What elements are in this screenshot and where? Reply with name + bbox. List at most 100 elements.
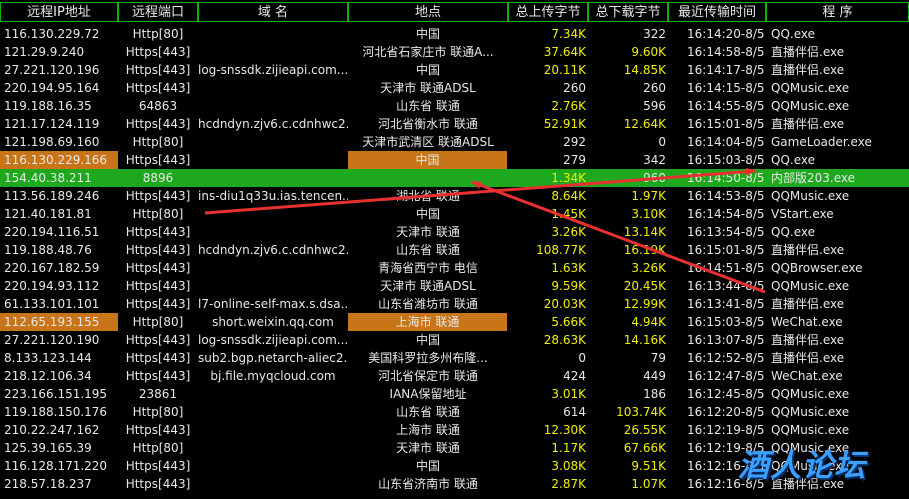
upload-bytes-cell: 3.01K <box>551 387 586 401</box>
location-cell: 中国 <box>415 333 440 347</box>
header-location[interactable]: 地点 <box>348 2 508 22</box>
remote-ip-cell: 113.56.189.246 <box>4 189 100 203</box>
remote-ip-cell: 220.194.93.112 <box>4 279 100 293</box>
table-row[interactable]: 113.56.189.246 Https[443] ins-diu1q33u.ias… <box>0 187 909 205</box>
upload-bytes-cell: 292 <box>563 135 586 149</box>
last-transfer-time-cell: 16:13:54-8/5 <box>687 225 765 239</box>
domain-cell: bj.file.myqcloud.com <box>210 369 336 383</box>
last-transfer-time-cell: 16:15:01-8/5 <box>687 117 765 131</box>
program-cell: QQMusic.exe <box>771 81 850 95</box>
download-bytes-cell: 12.99K <box>623 297 666 311</box>
download-bytes-cell: 4.94K <box>631 315 666 329</box>
header-domain[interactable]: 域 名 <box>198 2 348 22</box>
domain-cell: log-snssdk.zijieapi.com.... <box>198 63 348 77</box>
domain-cell: short.weixin.qq.com <box>212 315 334 329</box>
header-total-upload[interactable]: 总上传字节 <box>508 2 588 22</box>
location-cell: 天津市 联通ADSL <box>380 81 476 95</box>
table-row[interactable]: 116.130.229.72 Http[80] 中国 7.34K 322 16:14:20… <box>0 25 909 43</box>
download-bytes-cell: 67.66K <box>623 441 666 455</box>
table-row[interactable]: 121.198.69.160 Http[80] 天津市武清区 联通ADSL 292 0 1… <box>0 133 909 151</box>
domain-cell: l7-online-self-max.s.dsa... <box>198 297 348 311</box>
header-total-download[interactable]: 总下载字节 <box>588 2 668 22</box>
remote-port-cell: Http[80] <box>132 405 184 419</box>
last-transfer-time-cell: 16:15:01-8/5 <box>687 243 765 257</box>
table-row[interactable]: 8.133.123.144 Https[443] sub2.bgp.netarch-… <box>0 349 909 367</box>
table-row[interactable]: 220.194.116.51 Https[443] 天津市 联通 3.26K 13.14… <box>0 223 909 241</box>
domain-cell <box>198 97 348 115</box>
remote-ip-cell: 223.166.151.195 <box>4 387 108 401</box>
download-bytes-cell: 322 <box>643 27 666 41</box>
remote-port-cell: Https[443] <box>125 279 191 293</box>
download-bytes-cell: 342 <box>643 153 666 167</box>
location-cell: 河北省保定市 联通 <box>378 369 478 383</box>
table-row[interactable]: 121.29.9.240 Https[443] 河北省石家庄市 联通A... 37.6… <box>0 43 909 61</box>
download-bytes-cell: 26.55K <box>623 423 666 437</box>
table-row[interactable]: 116.130.229.166 Https[443] 中国 279 342 16:15:0… <box>0 151 909 169</box>
download-bytes-cell: 13.14K <box>623 225 666 239</box>
location-cell: 中国 <box>348 151 507 169</box>
program-cell: QQMusic.exe <box>771 423 850 437</box>
last-transfer-time-cell: 16:14:20-8/5 <box>687 27 765 41</box>
table-row[interactable]: 119.188.16.35 64863 山东省 联通 2.76K 596 16:14:55… <box>0 97 909 115</box>
remote-ip-cell: 116.130.229.166 <box>0 151 118 169</box>
last-transfer-time-cell: 16:14:04-8/5 <box>687 135 765 149</box>
header-last-transfer-time[interactable]: 最近传输时间 <box>668 2 766 22</box>
program-cell: QQMusic.exe <box>771 405 850 419</box>
remote-ip-cell: 27.221.120.190 <box>4 333 100 347</box>
remote-ip-cell: 218.12.106.34 <box>4 369 92 383</box>
table-row[interactable]: 223.166.151.195 23861 IANA保留地址 3.01K 186 16:1… <box>0 385 909 403</box>
upload-bytes-cell: 1.63K <box>551 261 586 275</box>
upload-bytes-cell: 52.91K <box>543 117 586 131</box>
download-bytes-cell: 3.10K <box>631 207 666 221</box>
table-row[interactable]: 119.188.48.76 Https[443] hcdndyn.zjv6.c.cd… <box>0 241 909 259</box>
table-row[interactable]: 112.65.193.155 Http[80] short.weixin.qq.co… <box>0 313 909 331</box>
remote-port-cell: 64863 <box>138 99 178 113</box>
table-row[interactable]: 121.17.124.119 Https[443] hcdndyn.zjv6.c.c… <box>0 115 909 133</box>
remote-port-cell: Https[443] <box>125 369 191 383</box>
remote-port-cell: Https[443] <box>125 297 191 311</box>
location-cell: 上海市 联通 <box>396 423 460 437</box>
download-bytes-cell: 14.85K <box>623 63 666 77</box>
table-row[interactable]: 220.194.95.164 Https[443] 天津市 联通ADSL 260 260… <box>0 79 909 97</box>
remote-port-cell: Https[443] <box>125 63 191 77</box>
table-row[interactable]: 27.221.120.196 Https[443] log-snssdk.zijie… <box>0 61 909 79</box>
header-program[interactable]: 程 序 <box>766 2 909 22</box>
remote-ip-cell: 210.22.247.162 <box>4 423 100 437</box>
table-row[interactable]: 119.188.150.176 Http[80] 山东省 联通 614 103.74K 1… <box>0 403 909 421</box>
location-cell: 青海省西宁市 电信 <box>378 261 478 275</box>
domain-cell <box>198 421 348 439</box>
program-cell: 内部版203.exe <box>771 171 856 185</box>
header-remote-ip[interactable]: 远程IP地址 <box>0 2 118 22</box>
domain-cell: log-snssdk.zijieapi.com.... <box>198 333 348 347</box>
remote-ip-cell: 121.29.9.240 <box>4 45 85 59</box>
last-transfer-time-cell: 16:12:45-8/5 <box>687 387 765 401</box>
table-row[interactable]: 220.167.182.59 Https[443] 青海省西宁市 电信 1.63K 3.… <box>0 259 909 277</box>
remote-ip-cell: 121.198.69.160 <box>4 135 100 149</box>
remote-ip-cell: 27.221.120.196 <box>4 63 100 77</box>
domain-cell <box>198 259 348 277</box>
remote-ip-cell: 220.194.95.164 <box>4 81 100 95</box>
location-cell: 山东省潍坊市 联通 <box>378 297 478 311</box>
table-row[interactable]: 27.221.120.190 Https[443] log-snssdk.zijie… <box>0 331 909 349</box>
upload-bytes-cell: 7.34K <box>551 27 586 41</box>
upload-bytes-cell: 8.64K <box>551 189 586 203</box>
table-row[interactable]: 218.12.106.34 Https[443] bj.file.myqcloud.… <box>0 367 909 385</box>
table-row[interactable]: 220.194.93.112 Https[443] 天津市 联通ADSL 9.59K 2… <box>0 277 909 295</box>
remote-ip-cell: 220.167.182.59 <box>4 261 100 275</box>
location-cell: 山东省 联通 <box>396 243 460 257</box>
domain-cell <box>198 133 348 151</box>
domain-cell: ins-diu1q33u.ias.tencen... <box>198 189 348 203</box>
download-bytes-cell: 9.51K <box>631 459 666 473</box>
table-row[interactable]: 61.133.101.101 Https[443] l7-online-self-m… <box>0 295 909 313</box>
download-bytes-cell: 596 <box>643 99 666 113</box>
header-remote-port[interactable]: 远程端口 <box>118 2 198 22</box>
download-bytes-cell: 79 <box>650 351 666 365</box>
remote-ip-cell: 220.194.116.51 <box>4 225 100 239</box>
table-row[interactable]: 154.40.38.211 8896 1.34K 960 16:14:50-8/5 内部版… <box>0 169 909 187</box>
remote-port-cell: Https[443] <box>125 423 191 437</box>
location-cell: 美国科罗拉多州布隆... <box>368 351 488 365</box>
table-row[interactable]: 210.22.247.162 Https[443] 上海市 联通 12.30K 26.5… <box>0 421 909 439</box>
upload-bytes-cell: 279 <box>563 153 586 167</box>
table-row[interactable]: 121.40.181.81 Http[80] 中国 1.45K 3.10K 16:14:5… <box>0 205 909 223</box>
last-transfer-time-cell: 16:14:54-8/5 <box>687 207 765 221</box>
